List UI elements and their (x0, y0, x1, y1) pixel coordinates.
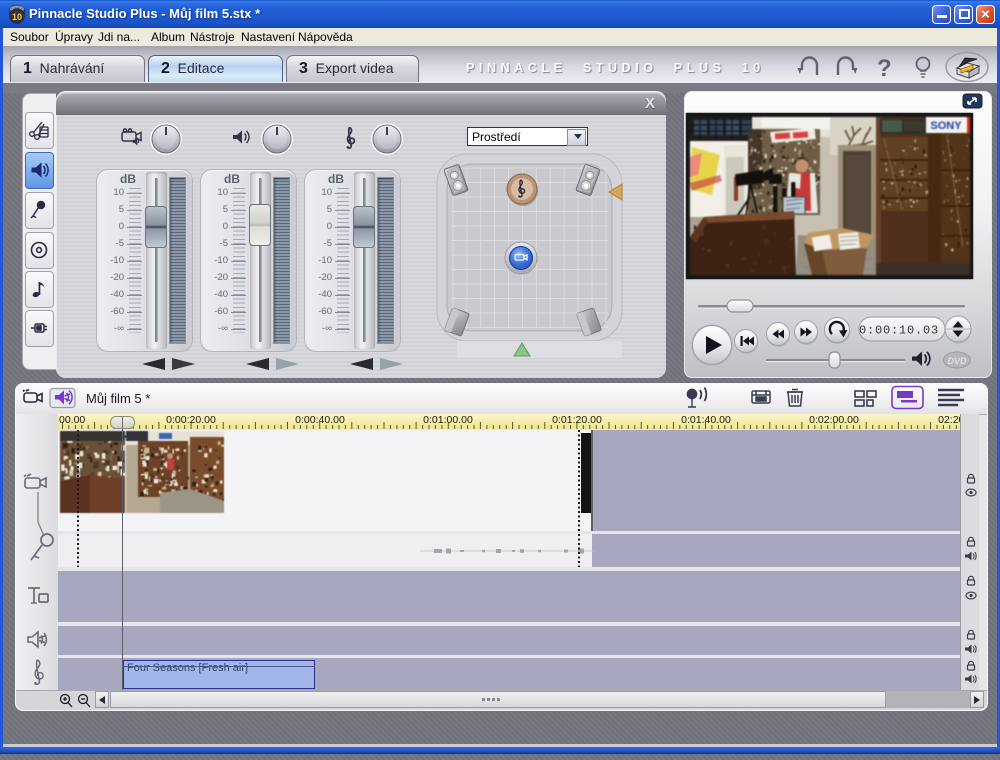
svg-text:0:01:20.00: 0:01:20.00 (552, 414, 602, 426)
svg-text:0:01:00.00: 0:01:00.00 (423, 414, 473, 426)
svg-text:DVD: DVD (947, 356, 967, 366)
svg-text:0:00:10.03: 0:00:10.03 (859, 324, 939, 338)
svg-text:0:01:40.00: 0:01:40.00 (681, 414, 731, 426)
svg-text:0:00:40.00: 0:00:40.00 (295, 414, 345, 426)
svg-text:00.00: 00.00 (59, 414, 85, 426)
svg-text:SONY: SONY (930, 120, 962, 132)
svg-text:0:02:00.00: 0:02:00.00 (809, 414, 859, 426)
svg-text:0:00:20.00: 0:00:20.00 (166, 414, 216, 426)
